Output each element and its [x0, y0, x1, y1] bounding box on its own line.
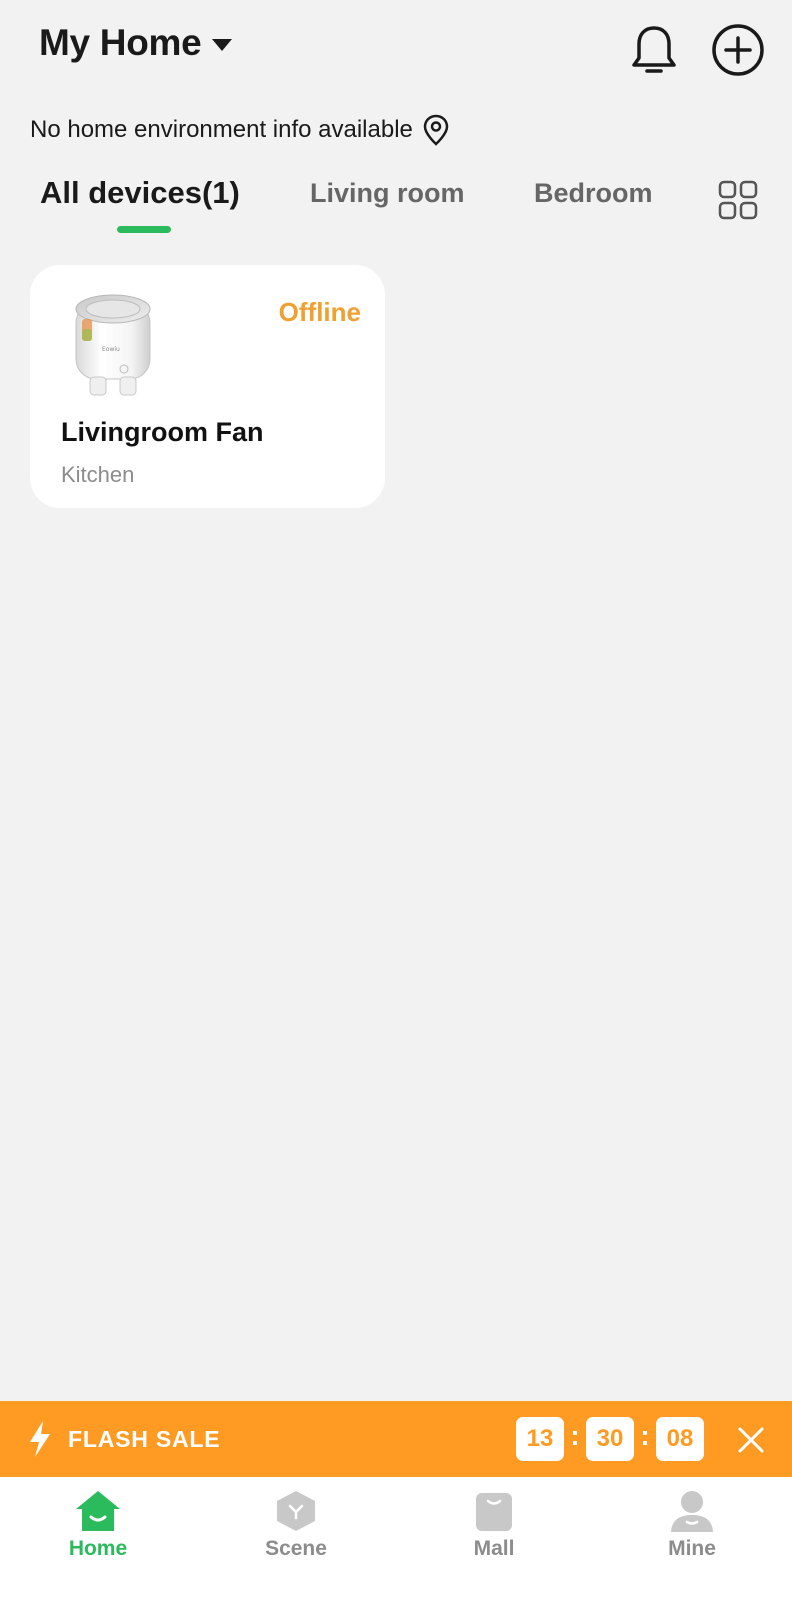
- active-tab-indicator: [117, 226, 171, 233]
- nav-mine-label: Mine: [668, 1537, 716, 1560]
- home-name: My Home: [39, 22, 202, 63]
- timer-seconds: 08: [656, 1417, 704, 1461]
- shopping-bag-icon: [476, 1493, 512, 1531]
- timer-separator: :: [640, 1420, 650, 1451]
- nav-mall[interactable]: Mall: [434, 1489, 554, 1561]
- flash-sale-label: FLASH SALE: [68, 1426, 221, 1452]
- room-tabs: All devices(1) Living room Bedroom: [0, 170, 792, 240]
- bottom-navigation: Home Scene Mall Mine: [0, 1477, 792, 1600]
- timer-minutes: 30: [586, 1417, 634, 1461]
- device-room: Kitchen: [61, 462, 135, 487]
- flash-sale-banner[interactable]: FLASH SALE 13 : 30 : 08: [0, 1401, 792, 1477]
- caret-down-icon: [212, 39, 233, 51]
- device-status-badge: Offline: [278, 297, 361, 327]
- svg-text:Eowiu: Eowiu: [102, 346, 120, 353]
- nav-home-label: Home: [68, 1537, 128, 1560]
- close-icon[interactable]: [736, 1425, 766, 1455]
- nav-scene-label: Scene: [265, 1537, 327, 1560]
- device-card[interactable]: Eowiu Offline Livingroom Fan Kitchen: [30, 265, 385, 508]
- device-name: Livingroom Fan: [61, 417, 264, 447]
- tab-bedroom[interactable]: Bedroom: [534, 178, 653, 209]
- tab-all-devices[interactable]: All devices(1): [40, 175, 240, 211]
- bell-icon[interactable]: [626, 22, 682, 78]
- nav-mine[interactable]: Mine: [632, 1489, 752, 1561]
- home-icon: [76, 1491, 120, 1531]
- nav-home[interactable]: Home: [38, 1489, 158, 1561]
- timer-hours: 13: [516, 1417, 564, 1461]
- header: My Home: [0, 0, 792, 100]
- environment-text: No home environment info available: [30, 116, 413, 143]
- tab-living-room[interactable]: Living room: [310, 178, 465, 209]
- smart-plug-image: Eowiu: [75, 294, 151, 396]
- environment-info[interactable]: No home environment info available: [30, 114, 449, 146]
- plus-circle-icon[interactable]: [710, 22, 766, 78]
- grid-view-icon[interactable]: [718, 180, 758, 220]
- flash-sale-timer: 13 : 30 : 08: [516, 1417, 704, 1461]
- nav-mall-label: Mall: [473, 1537, 515, 1560]
- timer-separator: :: [570, 1420, 580, 1451]
- location-pin-icon: [423, 114, 449, 146]
- home-selector[interactable]: My Home: [39, 22, 233, 64]
- lightning-bolt-icon: [30, 1421, 50, 1457]
- scene-icon: [277, 1491, 315, 1531]
- person-icon: [671, 1491, 713, 1532]
- nav-scene[interactable]: Scene: [236, 1489, 356, 1561]
